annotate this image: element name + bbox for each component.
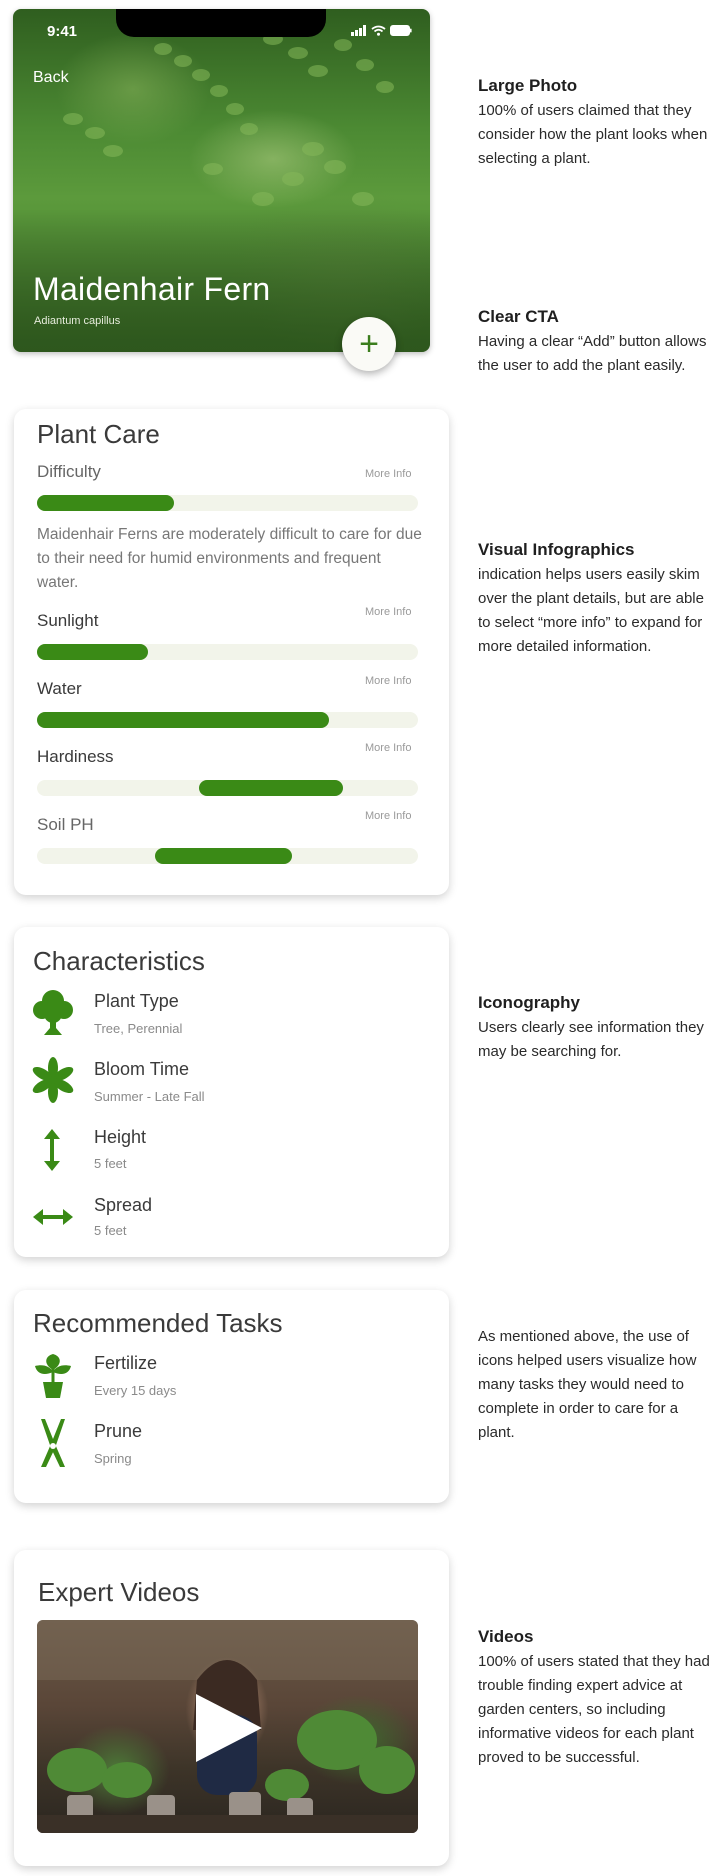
characteristic-value: 5 feet	[94, 1223, 127, 1238]
sunlight-bar	[37, 644, 418, 660]
sunlight-label: Sunlight	[37, 611, 99, 630]
characteristic-value: 5 feet	[94, 1156, 127, 1171]
add-plant-button[interactable]: +	[342, 317, 396, 371]
water-bar-fill	[37, 712, 329, 728]
back-button[interactable]: Back	[33, 69, 69, 87]
sunlight-more-info-link[interactable]: More Info	[365, 606, 411, 618]
soil-ph-bar-fill	[155, 848, 292, 864]
characteristic-name: Spread	[94, 1195, 153, 1215]
pruning-shears-icon	[41, 1419, 65, 1467]
note-text-visual-infographics: indication helps users easily skim over …	[478, 566, 704, 655]
plant-care-title: Plant Care	[37, 419, 160, 449]
water-more-info-link[interactable]: More Info	[365, 675, 411, 687]
task-frequency: Every 15 days	[94, 1383, 177, 1398]
hardiness-more-info-link[interactable]: More Info	[365, 742, 411, 754]
water-bar	[37, 712, 418, 728]
note-title-videos: Videos	[478, 1627, 534, 1646]
note-text-videos: 100% of users stated that they had troub…	[478, 1653, 710, 1766]
task-name: Fertilize	[94, 1353, 158, 1373]
potted-plant-icon	[35, 1354, 71, 1398]
video-thumbnail[interactable]	[37, 1620, 418, 1833]
soil-ph-more-info-link[interactable]: More Info	[365, 810, 411, 822]
difficulty-bar-fill	[37, 495, 174, 511]
recommended-tasks-title: Recommended Tasks	[33, 1308, 283, 1338]
note-title-clear-cta: Clear CTA	[478, 307, 559, 326]
tree-icon	[33, 990, 73, 1035]
status-time: 9:41	[47, 23, 78, 40]
plus-icon: +	[359, 325, 379, 363]
flower-icon	[32, 1057, 74, 1103]
soil-ph-label: Soil PH	[37, 815, 94, 834]
task-frequency: Spring	[94, 1451, 132, 1466]
device-notch	[116, 9, 326, 37]
difficulty-more-info-link[interactable]: More Info	[365, 468, 411, 480]
plant-name: Maidenhair Fern	[33, 271, 271, 307]
status-icons	[351, 25, 412, 36]
characteristic-value: Summer - Late Fall	[94, 1089, 205, 1104]
difficulty-description: Maidenhair Ferns are moderately difficul…	[37, 526, 422, 591]
note-text-tasks: As mentioned above, the use of icons hel…	[478, 1328, 697, 1441]
hero-photo: 9:41 Back Maidenhair Fern Adiantum capil…	[13, 9, 430, 352]
note-title-iconography: Iconography	[478, 993, 581, 1012]
task-name: Prune	[94, 1421, 143, 1441]
soil-ph-bar	[37, 848, 418, 864]
sunlight-bar-fill	[37, 644, 148, 660]
characteristic-value: Tree, Perennial	[94, 1021, 183, 1036]
play-icon[interactable]	[194, 1692, 264, 1764]
characteristic-name: Height	[94, 1127, 147, 1147]
wifi-icon	[371, 25, 386, 36]
note-text-clear-cta: Having a clear “Add” button allows the u…	[478, 333, 707, 374]
difficulty-label: Difficulty	[37, 462, 101, 481]
battery-icon	[390, 25, 412, 36]
hardiness-bar	[37, 780, 418, 796]
horizontal-arrow-icon	[33, 1209, 73, 1225]
cellular-signal-icon	[351, 25, 366, 36]
note-title-large-photo: Large Photo	[478, 76, 578, 95]
characteristics-title: Characteristics	[33, 946, 205, 976]
characteristic-name: Bloom Time	[94, 1059, 190, 1079]
vertical-arrow-icon	[44, 1129, 60, 1171]
plant-scientific-name: Adiantum capillus	[34, 315, 121, 327]
note-text-large-photo: 100% of users claimed that they consider…	[478, 102, 708, 167]
expert-videos-title: Expert Videos	[38, 1577, 200, 1607]
characteristic-name: Plant Type	[94, 991, 179, 1011]
hardiness-label: Hardiness	[37, 747, 114, 766]
hardiness-bar-fill	[199, 780, 343, 796]
difficulty-bar	[37, 495, 418, 511]
note-title-visual-infographics: Visual Infographics	[478, 540, 635, 559]
water-label: Water	[37, 679, 82, 698]
note-text-iconography: Users clearly see information they may b…	[478, 1019, 704, 1060]
